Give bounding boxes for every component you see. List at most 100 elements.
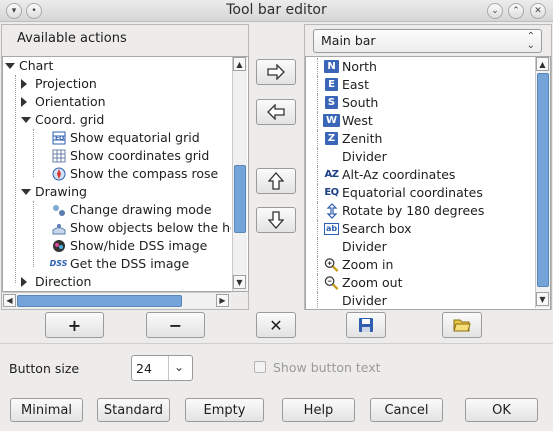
scroll-up-icon[interactable]: ▲ <box>536 57 549 71</box>
toolbar-list-item[interactable]: N North <box>306 58 534 76</box>
move-left-button[interactable] <box>256 99 296 125</box>
expanded-arrow-icon[interactable] <box>21 117 31 123</box>
button-size-value: 24 <box>136 361 152 376</box>
scroll-left-icon[interactable]: ◀ <box>3 294 16 307</box>
tree-item[interactable]: Show coordinates grid <box>3 147 231 165</box>
button-size-label: Button size <box>9 361 80 376</box>
ok-button[interactable]: OK <box>465 398 538 422</box>
maximize-icon[interactable]: ⌃ <box>508 3 524 19</box>
tree-item-label: Orientation <box>35 94 106 109</box>
cancel-button[interactable]: Cancel <box>370 398 443 422</box>
move-down-button[interactable] <box>256 207 296 233</box>
move-right-button[interactable] <box>256 59 296 85</box>
toolbar-list-item-label: East <box>342 77 369 92</box>
toolbar-list-item-label: Divider <box>342 149 387 164</box>
tree-item[interactable]: Projection <box>3 75 231 93</box>
tree-item[interactable]: Change drawing mode <box>3 201 231 219</box>
toolbar-list-item[interactable]: Rotate by 180 degrees <box>306 202 534 220</box>
altaz-icon: AZ <box>324 168 340 180</box>
tree-item[interactable]: Show objects below the ho <box>3 219 231 237</box>
tree-item[interactable]: Chart <box>3 57 231 75</box>
move-up-button[interactable] <box>256 168 296 194</box>
toolbar-list-item[interactable]: Zoom in <box>306 256 534 274</box>
toolbar-list-item[interactable]: Zoom out <box>306 274 534 292</box>
show-text-label: Show button text <box>273 360 381 375</box>
minimal-button[interactable]: Minimal <box>10 398 83 422</box>
scroll-down-icon[interactable]: ▼ <box>233 275 246 289</box>
delete-item-button[interactable]: ✕ <box>256 312 296 338</box>
tree-item-label: Drawing <box>35 184 87 199</box>
scroll-thumb[interactable] <box>234 165 246 233</box>
available-actions-heading: Available actions <box>17 31 127 46</box>
expanded-arrow-icon[interactable] <box>21 189 31 195</box>
minimize-icon[interactable]: ⌄ <box>487 3 503 19</box>
remove-action-button[interactable]: − <box>146 312 205 338</box>
toolbar-list-item[interactable]: AZ Alt-Az coordinates <box>306 166 534 184</box>
toolbar-list-item[interactable]: Divider <box>306 148 534 166</box>
toolbar-list-item[interactable]: W West <box>306 112 534 130</box>
toolbar-list-item-label: Zoom in <box>342 257 394 272</box>
scroll-down-icon[interactable]: ▼ <box>536 292 549 306</box>
toolbar-vertical-scrollbar[interactable]: ▲ ▼ <box>535 57 550 308</box>
drawing-mode-icon <box>51 202 66 217</box>
actions-vertical-scrollbar[interactable]: ▲ ▼ <box>232 57 247 291</box>
toolbar-list-item-label: South <box>342 95 379 110</box>
toolbar-select[interactable]: Main bar ⌃ ⌄ <box>313 29 542 53</box>
toolbar-list-item[interactable]: ab Search box <box>306 220 534 238</box>
collapsed-arrow-icon[interactable] <box>21 79 27 89</box>
dss-icon: DSS <box>49 258 68 268</box>
scroll-right-icon[interactable]: ▶ <box>216 294 229 307</box>
window-title: Tool bar editor <box>226 2 327 18</box>
toolbar-list-item[interactable]: Z Zenith <box>306 130 534 148</box>
actions-horizontal-scrollbar[interactable]: ◀ ▶ <box>3 292 231 308</box>
button-size-select[interactable]: 24 ⌄ <box>131 355 193 381</box>
tree-item[interactable]: Show the compass rose <box>3 165 231 183</box>
add-action-button[interactable]: + <box>45 312 104 338</box>
toolbar-list-item[interactable]: S South <box>306 94 534 112</box>
help-button[interactable]: Help <box>282 398 355 422</box>
select-updown-icon: ⌃ ⌄ <box>526 31 535 51</box>
collapsed-arrow-icon[interactable] <box>21 97 27 107</box>
tree-item-label: Coord. grid <box>35 112 105 127</box>
toolbar-list-item-label: Rotate by 180 degrees <box>342 203 485 218</box>
tree-item[interactable]: Orientation <box>3 93 231 111</box>
tree-item[interactable]: Direction <box>3 273 231 290</box>
tree-item-label: Show objects below the ho <box>70 220 231 235</box>
svg-text:EQ: EQ <box>55 135 64 142</box>
title-bar: ▾ • Tool bar editor ⌄ ⌃ ✕ <box>0 0 553 22</box>
tree-item-label: Direction <box>35 274 92 289</box>
tree-item[interactable]: Drawing <box>3 183 231 201</box>
north-icon: N <box>324 59 339 74</box>
west-icon: W <box>322 113 341 128</box>
h-scroll-thumb[interactable] <box>17 295 182 307</box>
show-text-checkbox[interactable] <box>254 361 266 373</box>
tree-item-label: Chart <box>19 58 54 73</box>
close-icon[interactable]: ✕ <box>530 3 546 19</box>
open-toolbar-button[interactable] <box>442 312 482 338</box>
empty-button[interactable]: Empty <box>185 398 264 422</box>
scroll-up-icon[interactable]: ▲ <box>233 57 246 71</box>
toolbar-list-item[interactable]: Divider <box>306 238 534 256</box>
toolbar-list-item-label: Alt-Az coordinates <box>342 167 456 182</box>
rotate-icon <box>324 202 339 219</box>
toolbar-list-item[interactable]: EQ Equatorial coordinates <box>306 184 534 202</box>
arrow-down-icon <box>268 211 284 229</box>
standard-button[interactable]: Standard <box>97 398 170 422</box>
tree-item[interactable]: Coord. grid <box>3 111 231 129</box>
toolbar-list-item-label: Divider <box>342 293 387 308</box>
expanded-arrow-icon[interactable] <box>5 63 15 69</box>
tree-item[interactable]: DSS Get the DSS image <box>3 255 231 273</box>
open-folder-icon <box>453 319 471 332</box>
collapsed-arrow-icon[interactable] <box>21 277 27 287</box>
save-toolbar-button[interactable] <box>346 312 386 338</box>
equatorial-grid-icon: EQ <box>51 130 66 145</box>
tree-item[interactable]: Show/hide DSS image <box>3 237 231 255</box>
tree-item-label: Get the DSS image <box>70 256 190 271</box>
horizon-objects-icon <box>51 220 66 235</box>
scroll-thumb[interactable] <box>537 73 549 287</box>
east-icon: E <box>324 77 339 92</box>
toolbar-list-item[interactable]: E East <box>306 76 534 94</box>
toolbar-list-item[interactable]: Divider <box>306 292 534 308</box>
tree-item[interactable]: EQ Show equatorial grid <box>3 129 231 147</box>
toolbar-list-item-label: Search box <box>342 221 412 236</box>
